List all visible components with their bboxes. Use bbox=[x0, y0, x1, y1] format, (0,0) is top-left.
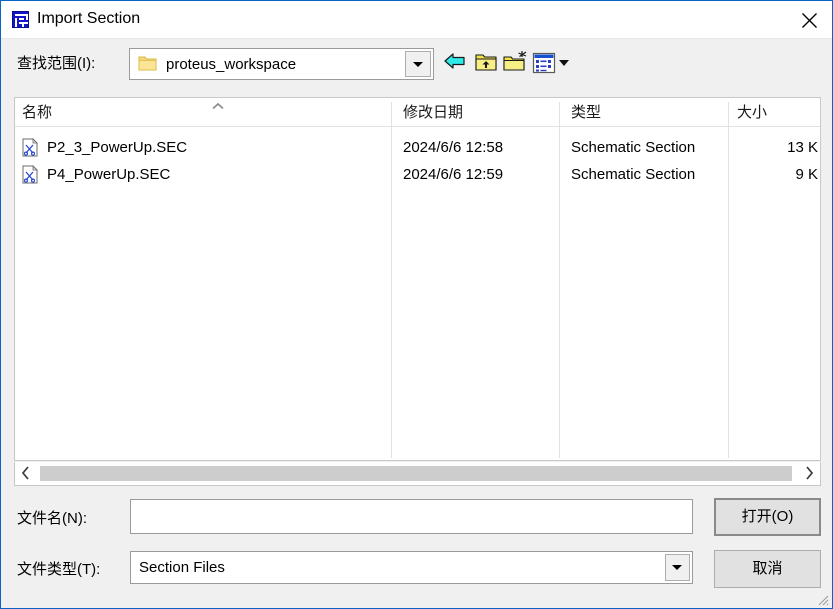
cell-file-type: Schematic Section bbox=[571, 166, 696, 183]
back-button[interactable] bbox=[442, 48, 472, 80]
table-row[interactable]: P2_3_PowerUp.SEC 2024/6/6 12:58 Schemati… bbox=[15, 134, 820, 161]
back-arrow-icon bbox=[444, 53, 465, 69]
file-name-input[interactable] bbox=[130, 499, 693, 534]
page-title: Import Section bbox=[37, 10, 141, 27]
cell-file-size: 9 K bbox=[795, 166, 818, 183]
cancel-button[interactable]: 取消 bbox=[714, 550, 821, 588]
file-type-label: 文件类型(T): bbox=[17, 561, 101, 578]
cell-file-name: P2_3_PowerUp.SEC bbox=[47, 139, 188, 156]
chevron-down-icon bbox=[413, 62, 423, 67]
views-button[interactable] bbox=[531, 48, 571, 80]
folder-up-icon bbox=[475, 54, 497, 71]
import-section-dialog: Import Section 查找范围(I): proteus_workspac… bbox=[0, 0, 833, 609]
section-file-icon bbox=[22, 165, 38, 184]
scroll-right-button[interactable] bbox=[798, 462, 820, 484]
close-icon bbox=[802, 13, 817, 28]
cell-file-date: 2024/6/6 12:59 bbox=[403, 166, 504, 183]
close-button[interactable] bbox=[786, 1, 832, 37]
column-header-name[interactable]: 名称 bbox=[22, 103, 52, 123]
column-header-date[interactable]: 修改日期 bbox=[403, 103, 463, 123]
chevron-down-icon bbox=[672, 565, 682, 570]
sort-ascending-icon bbox=[212, 102, 224, 110]
cell-file-size: 13 K bbox=[787, 139, 818, 156]
file-type-dropdown-button[interactable] bbox=[665, 554, 690, 581]
cell-file-name: P4_PowerUp.SEC bbox=[47, 166, 171, 183]
file-type-value: Section Files bbox=[139, 559, 225, 576]
create-new-folder-button[interactable] bbox=[501, 48, 531, 80]
file-name-label: 文件名(N): bbox=[17, 510, 87, 527]
column-header-size[interactable]: 大小 bbox=[737, 103, 767, 123]
cell-file-date: 2024/6/6 12:58 bbox=[403, 139, 504, 156]
column-header-type[interactable]: 类型 bbox=[571, 103, 601, 123]
scroll-left-button[interactable] bbox=[15, 462, 37, 484]
horizontal-scrollbar[interactable] bbox=[14, 462, 821, 486]
title-bar: Import Section bbox=[1, 1, 832, 39]
look-in-label: 查找范围(I): bbox=[17, 55, 96, 72]
file-list-header: 名称 修改日期 类型 大小 bbox=[15, 98, 820, 127]
chevron-right-icon bbox=[806, 466, 814, 480]
resize-grip-icon[interactable] bbox=[815, 592, 829, 606]
section-file-icon bbox=[22, 138, 38, 157]
up-one-level-button[interactable] bbox=[472, 48, 502, 80]
look-in-dropdown-button[interactable] bbox=[405, 51, 431, 77]
table-row[interactable]: P4_PowerUp.SEC 2024/6/6 12:59 Schematic … bbox=[15, 161, 820, 188]
views-list-icon bbox=[532, 52, 569, 74]
open-button[interactable]: 打开(O) bbox=[714, 498, 821, 536]
folder-icon bbox=[138, 56, 157, 71]
file-list[interactable]: 名称 修改日期 类型 大小 P2_3_PowerUp.SEC 2024/6/6 … bbox=[14, 97, 821, 461]
isis-logo-icon bbox=[12, 11, 29, 28]
file-type-combobox[interactable]: Section Files bbox=[130, 551, 693, 584]
cell-file-type: Schematic Section bbox=[571, 139, 696, 156]
new-folder-icon bbox=[503, 51, 527, 71]
look-in-combobox[interactable]: proteus_workspace bbox=[129, 48, 434, 80]
chevron-left-icon bbox=[21, 466, 29, 480]
scrollbar-thumb[interactable] bbox=[40, 466, 792, 481]
look-in-value: proteus_workspace bbox=[166, 56, 297, 73]
